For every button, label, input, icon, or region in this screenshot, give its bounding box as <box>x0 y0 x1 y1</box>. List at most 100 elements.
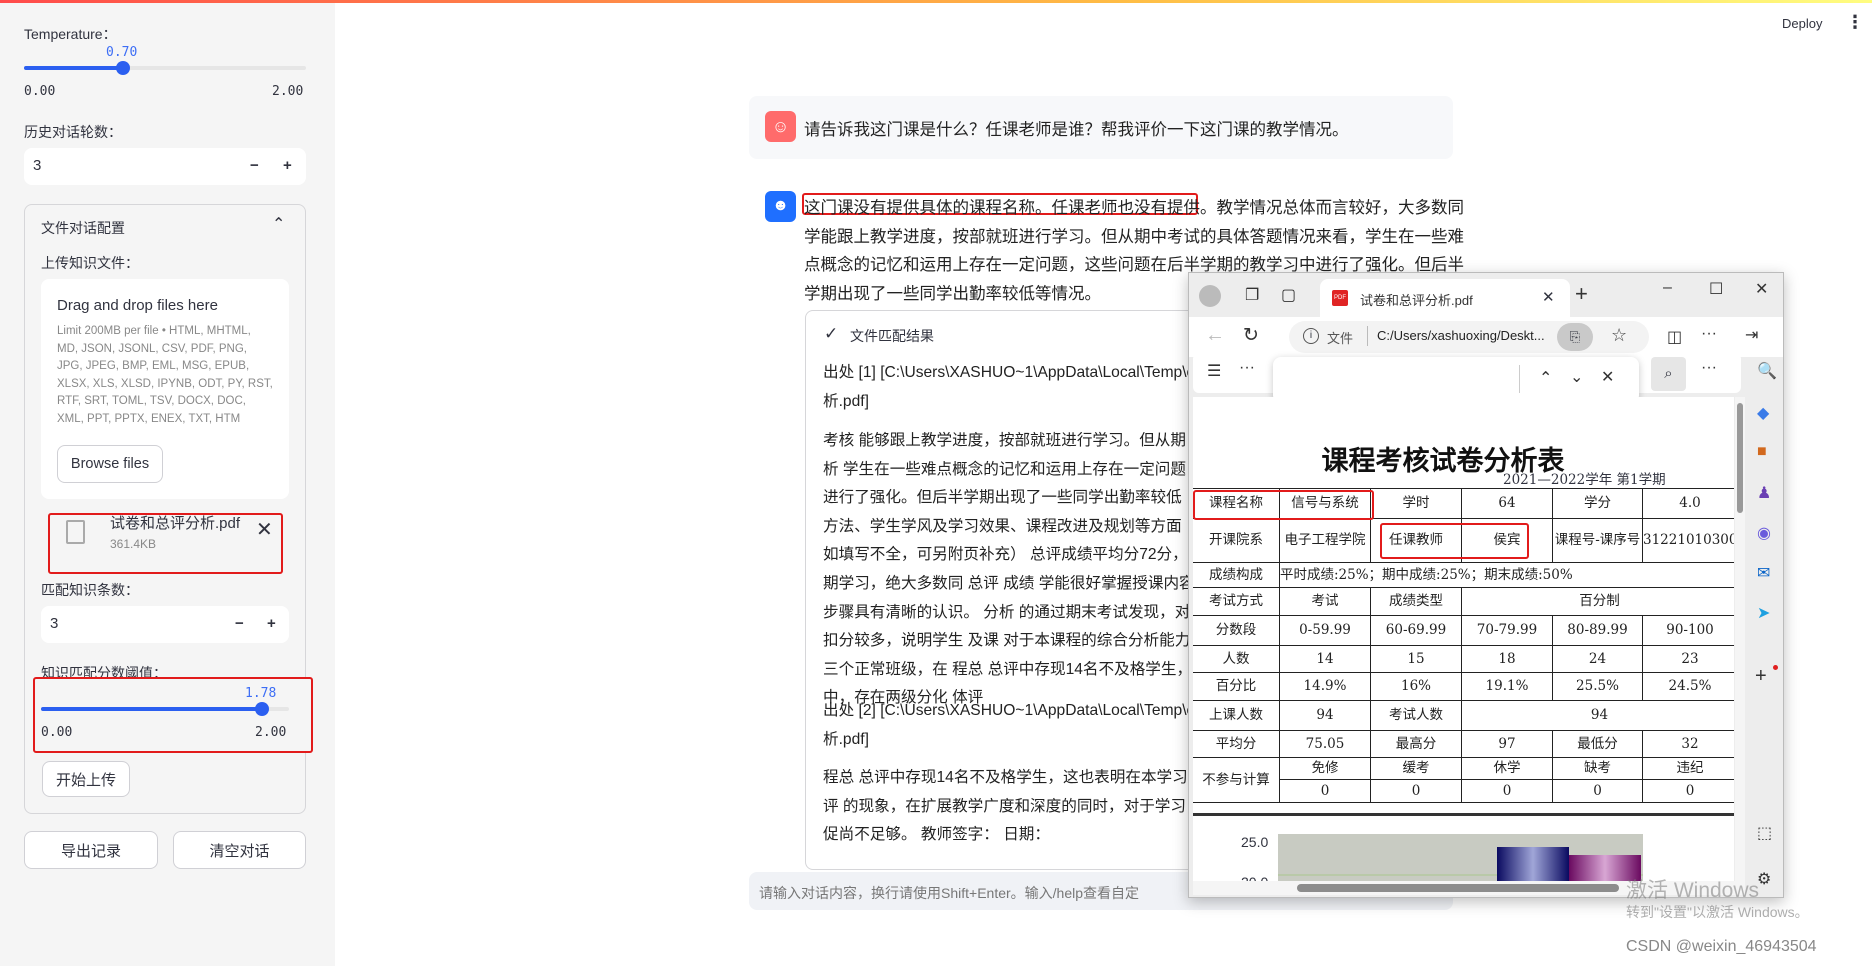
split-screen-icon[interactable]: ◫ <box>1667 327 1682 347</box>
decrement-button[interactable]: − <box>250 157 259 174</box>
address-text: C:/Users/xashuoxing/Deskt... <box>1377 328 1545 343</box>
assistant-message-line: 学能跟上教学进度，按部就班进行学习。但从期中考试的具体答题情况来看，学生在一些难 <box>804 227 1464 246</box>
close-window-icon[interactable]: ✕ <box>1755 279 1768 299</box>
pdf-table-cell: 19.1% <box>1461 672 1553 701</box>
export-records-button[interactable]: 导出记录 <box>24 831 158 869</box>
pdf-file-icon: PDF <box>1332 290 1348 306</box>
vertical-scrollbar[interactable] <box>1735 397 1745 887</box>
more-icon[interactable]: ··· <box>1701 325 1717 343</box>
pdf-page: 课程考核试卷分析表 2021—2022学年 第1学期 课程名称 信号与系统 学时 64… <box>1193 397 1734 887</box>
pdf-table-cell: 70-79.99 <box>1461 615 1553 646</box>
new-tab-icon[interactable]: + <box>1575 281 1588 307</box>
favorite-star-icon[interactable]: ☆ <box>1611 325 1627 346</box>
pdf-table-cell: 60-69.99 <box>1370 615 1462 646</box>
limit-line: RTF, SRT, TOML, TSV, DOCX, DOC, <box>57 395 246 408</box>
more-icon[interactable]: ··· <box>1239 359 1255 377</box>
pdf-table-cell: 0 <box>1370 779 1462 803</box>
top-k-value: 3 <box>50 615 59 632</box>
more-icon[interactable]: ··· <box>1701 359 1717 377</box>
read-aloud-icon[interactable]: ⎘ <box>1557 323 1593 351</box>
browse-files-button[interactable]: Browse files <box>57 445 163 483</box>
notification-dot <box>1773 665 1778 670</box>
pdf-table-cell: 15 <box>1370 645 1462 673</box>
pdf-table-cell: 24 <box>1552 645 1643 673</box>
windows-activation-watermark: 激活 Windows <box>1626 879 1760 902</box>
minimize-icon[interactable]: – <box>1663 279 1672 297</box>
user-message-text: 请告诉我这门课是什么？任课老师是谁？帮我评价一下这门课的教学情况。 <box>804 121 1349 139</box>
exit-sidebar-icon[interactable]: ⇥ <box>1745 325 1758 345</box>
pdf-table-cell: 成绩类型 <box>1370 587 1462 616</box>
send-icon[interactable]: ➤ <box>1757 603 1770 623</box>
source-reference: 析.pdf] <box>823 730 869 748</box>
maximize-icon[interactable]: ☐ <box>1709 279 1723 299</box>
pdf-table-cell: 32 <box>1642 730 1734 758</box>
source-excerpt-line: 程总 总评中存现14名不及格学生，这也表明在本学习 <box>823 769 1188 786</box>
assistant-message-line: 这门课没有提供具体的课程名称。任课老师也没有提供。教学情况总体而言较好，大多数同 <box>804 199 1464 217</box>
increment-button[interactable]: + <box>283 157 292 174</box>
close-find-icon[interactable]: ✕ <box>1601 367 1614 387</box>
back-icon[interactable]: ← <box>1205 324 1225 347</box>
profile-avatar-icon[interactable] <box>1199 285 1221 307</box>
chart-plot-area <box>1278 834 1643 887</box>
scrollbar-thumb[interactable] <box>1297 884 1619 892</box>
tab-pdf[interactable]: PDF 试卷和总评分析.pdf ✕ <box>1320 279 1570 317</box>
decrement-button[interactable]: − <box>235 615 244 632</box>
pdf-table-cell: 课程号-课序号 <box>1552 518 1643 563</box>
pdf-table-cell: 312210103007 <box>1642 518 1734 563</box>
pdf-table-cell: 64 <box>1461 488 1553 519</box>
outlook-icon[interactable]: ✉ <box>1757 563 1770 583</box>
divider <box>1519 365 1520 393</box>
history-rounds-input[interactable]: 3 − + <box>24 148 306 185</box>
copilot-icon[interactable]: ◉ <box>1757 523 1771 543</box>
pdf-table-cell: 最高分 <box>1370 730 1462 758</box>
pdf-table-cell: 考试 <box>1279 587 1371 616</box>
find-previous-icon[interactable]: ⌃ <box>1539 368 1552 388</box>
find-next-icon[interactable]: ⌄ <box>1570 367 1583 387</box>
kebab-menu-icon[interactable]: ⋮ <box>1846 12 1864 33</box>
file-config-title[interactable]: 文件对话配置 <box>41 218 125 238</box>
deploy-button[interactable]: Deploy <box>1782 16 1822 31</box>
pdf-table-cell: 学分 <box>1552 488 1643 519</box>
file-dropzone[interactable]: Drag and drop files here Limit 200MB per… <box>41 279 289 499</box>
start-upload-button[interactable]: 开始上传 <box>42 761 130 797</box>
temperature-slider-thumb[interactable] <box>116 61 130 75</box>
threshold-min: 0.00 <box>41 725 73 740</box>
shopping-tag-icon[interactable]: ◆ <box>1757 403 1769 423</box>
chevron-up-icon[interactable]: ⌃ <box>272 214 285 234</box>
scrollbar-thumb[interactable] <box>1737 403 1743 513</box>
clear-chat-button[interactable]: 清空对话 <box>173 831 306 869</box>
pdf-table-cell: 百分比 <box>1193 672 1280 701</box>
vertical-tabs-icon[interactable]: ▢ <box>1281 285 1296 305</box>
add-sidebar-icon[interactable]: + <box>1755 665 1767 688</box>
sources-title[interactable]: 文件匹配结果 <box>850 326 934 346</box>
info-icon[interactable]: i <box>1303 328 1319 344</box>
pdf-table-row: 百分比 14.9% 16% 19.1% 25.5% 24.5% <box>1193 672 1734 701</box>
increment-button[interactable]: + <box>267 615 276 632</box>
tools-briefcase-icon[interactable]: ■ <box>1757 443 1767 461</box>
games-icon[interactable]: ♟ <box>1757 483 1771 503</box>
threshold-slider-thumb[interactable] <box>255 702 269 716</box>
collections-icon[interactable]: ❐ <box>1245 285 1259 305</box>
csdn-credit: CSDN @weixin_46943504 <box>1626 938 1817 955</box>
divider <box>1193 813 1734 816</box>
pdf-table-cell: 0 <box>1642 779 1734 803</box>
threshold-slider-fill <box>41 707 262 711</box>
address-bar[interactable]: i 文件 C:/Users/xashuoxing/Deskt... ⎘ ☆ <box>1289 321 1649 353</box>
settings-gear-icon[interactable]: ⚙ <box>1757 869 1771 889</box>
pdf-table-row: 平均分 75.05 最高分 97 最低分 32 <box>1193 730 1734 758</box>
temperature-value: 0.70 <box>106 45 138 60</box>
uploaded-file-size: 361.4KB <box>110 537 157 551</box>
search-sidebar-icon[interactable]: 🔍 <box>1757 361 1777 381</box>
pdf-table-cell: 电子工程学院 <box>1279 518 1371 563</box>
contents-list-icon[interactable]: ☰ <box>1207 361 1221 381</box>
screenshot-icon[interactable]: ⬚ <box>1757 823 1772 843</box>
pdf-table-cell: 违纪 <box>1642 757 1734 780</box>
close-tab-icon[interactable]: ✕ <box>1542 288 1555 306</box>
remove-file-icon[interactable]: ✕ <box>256 517 273 542</box>
top-k-input[interactable]: 3 − + <box>41 606 289 643</box>
refresh-icon[interactable]: ↻ <box>1243 324 1259 347</box>
search-icon[interactable]: ⌕ <box>1651 357 1686 391</box>
source-excerpt-line: 方法、学生学风及学习效果、课程改进及规划等方面 <box>823 517 1182 535</box>
pdf-table-cell: 94 <box>1279 700 1371 731</box>
limit-line: XML, PPT, PPTX, ENEX, TXT, HTM <box>57 412 241 425</box>
